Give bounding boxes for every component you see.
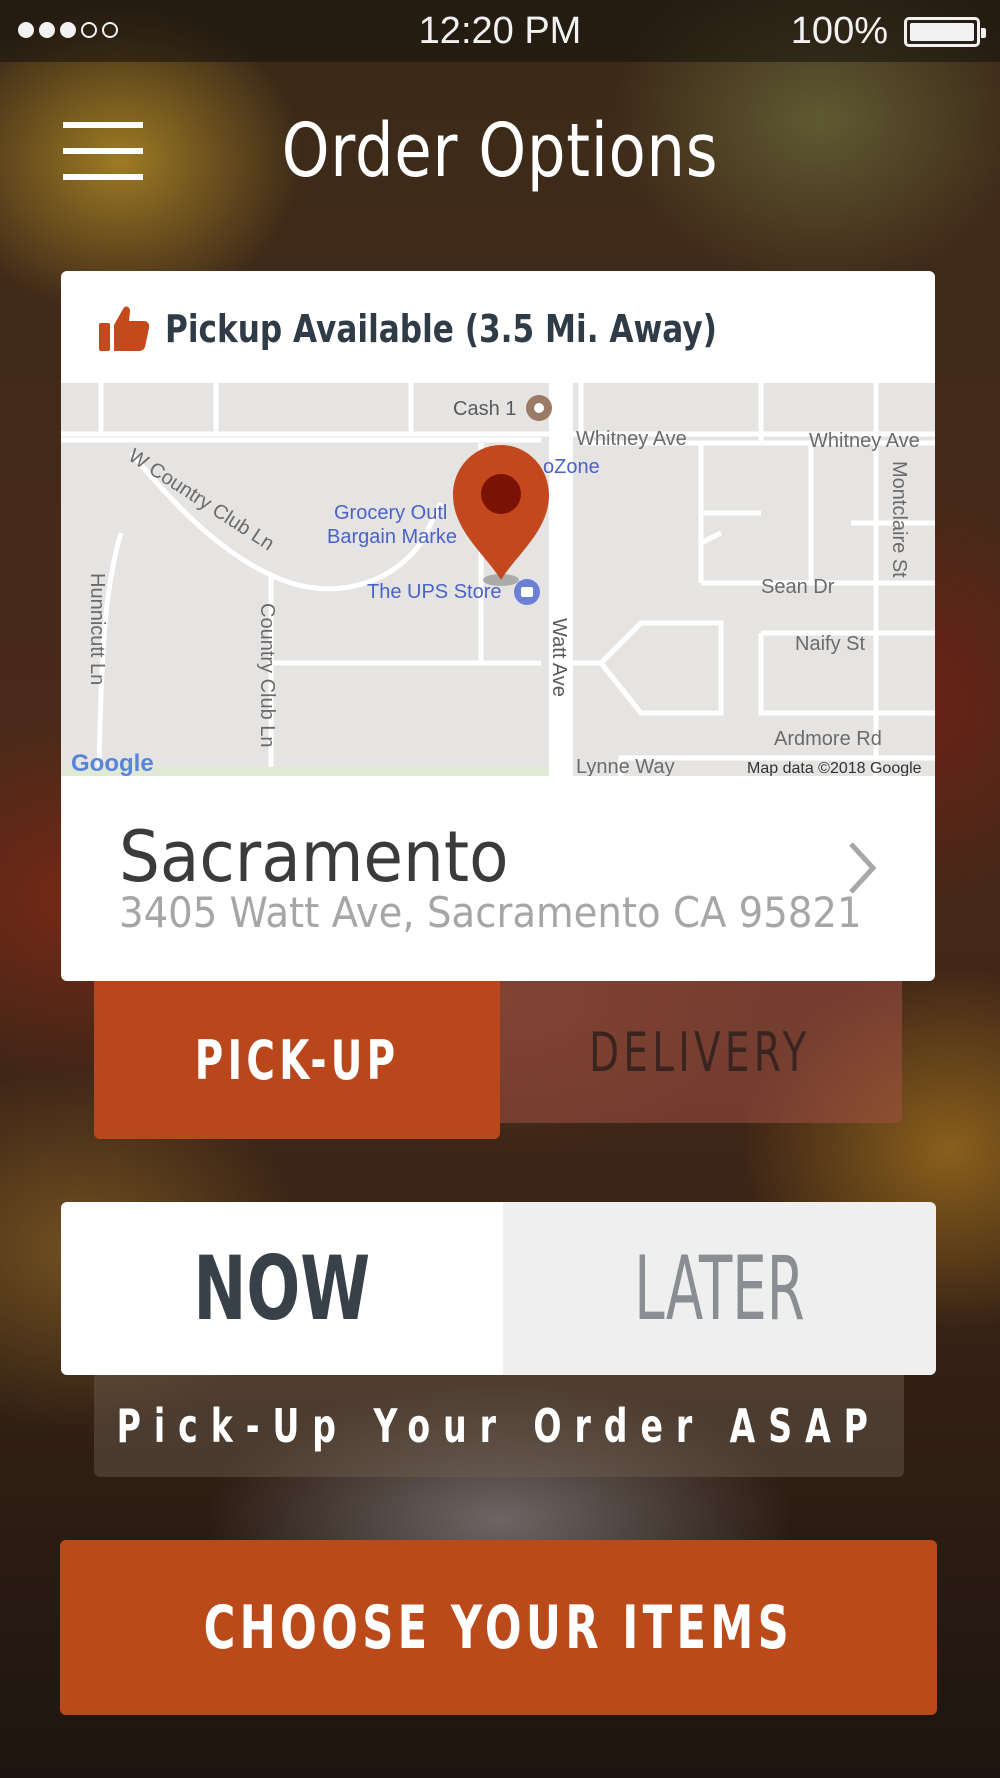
now-label: NOW — [193, 1237, 371, 1340]
map-label: Lynne Way — [576, 756, 675, 776]
map-view[interactable]: Cash 1 Whitney Ave Whitney Ave oZone Gro… — [61, 383, 935, 776]
map-label: Sean Dr — [761, 576, 835, 598]
delivery-label: DELIVERY — [589, 1020, 811, 1084]
asap-text: Pick-Up Your Order ASAP — [116, 1399, 882, 1453]
location-card: Pickup Available (3.5 Mi. Away) Cash 1 W… — [61, 271, 935, 981]
chevron-right-icon — [849, 842, 877, 894]
map-label: Country Club Ln — [256, 603, 278, 748]
map-label: Bargain Marke — [327, 526, 457, 548]
order-mode-toggle: DELIVERY PICK-UP — [94, 981, 902, 1139]
map-label: Watt Ave — [548, 618, 570, 697]
battery-percent: 100% — [790, 10, 888, 52]
pickup-label: PICK-UP — [194, 1028, 400, 1092]
page-title: Order Options — [281, 108, 719, 194]
map-label: Montclaire St — [888, 461, 910, 578]
map-label: Naify St — [795, 633, 865, 655]
google-logo: Google — [71, 750, 154, 776]
order-time-toggle: NOW LATER — [61, 1202, 936, 1375]
map-label: Whitney Ave — [809, 430, 920, 452]
later-label: LATER — [634, 1237, 805, 1340]
delivery-tab[interactable]: DELIVERY — [498, 981, 902, 1123]
now-tab[interactable]: NOW — [61, 1202, 503, 1375]
location-name: Sacramento — [119, 816, 509, 898]
status-bar: 12:20 PM 100% — [0, 0, 1000, 62]
map-label: Grocery Outl — [334, 502, 447, 524]
thumbs-up-icon — [99, 306, 149, 351]
availability-text: Pickup Available (3.5 Mi. Away) — [165, 307, 717, 351]
map-label: Cash 1 — [453, 398, 516, 420]
location-selector[interactable]: Sacramento 3405 Watt Ave, Sacramento CA … — [61, 776, 935, 981]
location-address: 3405 Watt Ave, Sacramento CA 95821 — [119, 888, 862, 937]
pickup-tab[interactable]: PICK-UP — [94, 981, 500, 1139]
map-label: Hunnicutt Ln — [86, 573, 108, 685]
map-label: The UPS Store — [367, 581, 502, 603]
choose-items-button[interactable]: CHOOSE YOUR ITEMS — [60, 1540, 937, 1715]
availability-header: Pickup Available (3.5 Mi. Away) — [61, 271, 935, 383]
asap-note: Pick-Up Your Order ASAP — [94, 1375, 904, 1477]
later-tab[interactable]: LATER — [503, 1202, 936, 1375]
map-label: oZone — [543, 456, 600, 478]
map-label: Map data ©2018 Google — [747, 760, 922, 776]
map-label: Ardmore Rd — [774, 728, 882, 750]
battery-icon — [904, 17, 986, 47]
choose-items-label: CHOOSE YOUR ITEMS — [203, 1592, 794, 1663]
map-label: Whitney Ave — [576, 428, 687, 450]
